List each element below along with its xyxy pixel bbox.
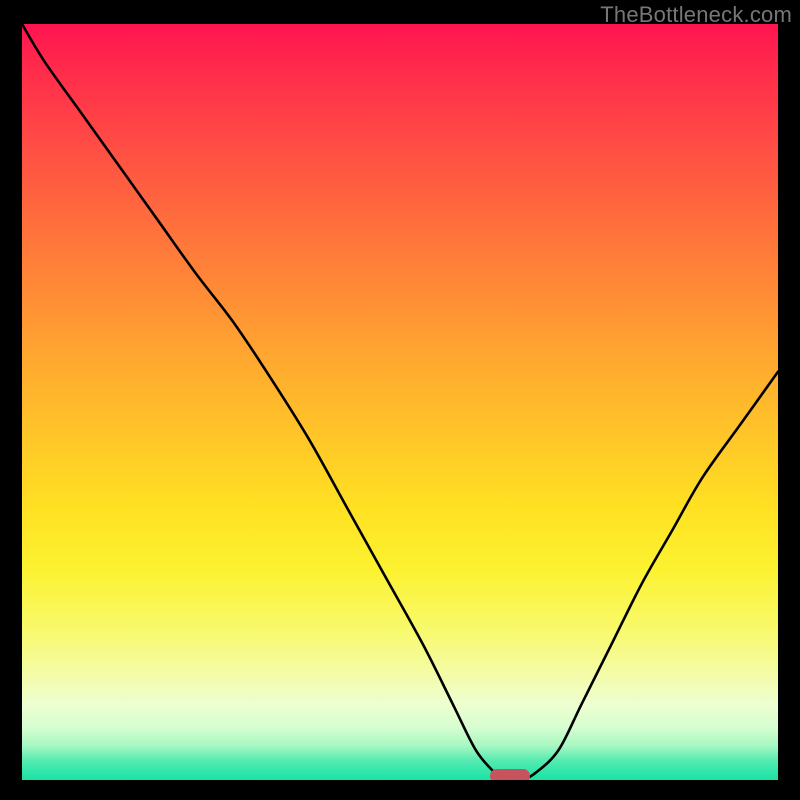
bottleneck-curve [22, 24, 778, 780]
plot-area [22, 24, 778, 780]
optimal-marker [490, 769, 530, 780]
chart-frame: TheBottleneck.com [0, 0, 800, 800]
watermark-text: TheBottleneck.com [600, 2, 792, 28]
